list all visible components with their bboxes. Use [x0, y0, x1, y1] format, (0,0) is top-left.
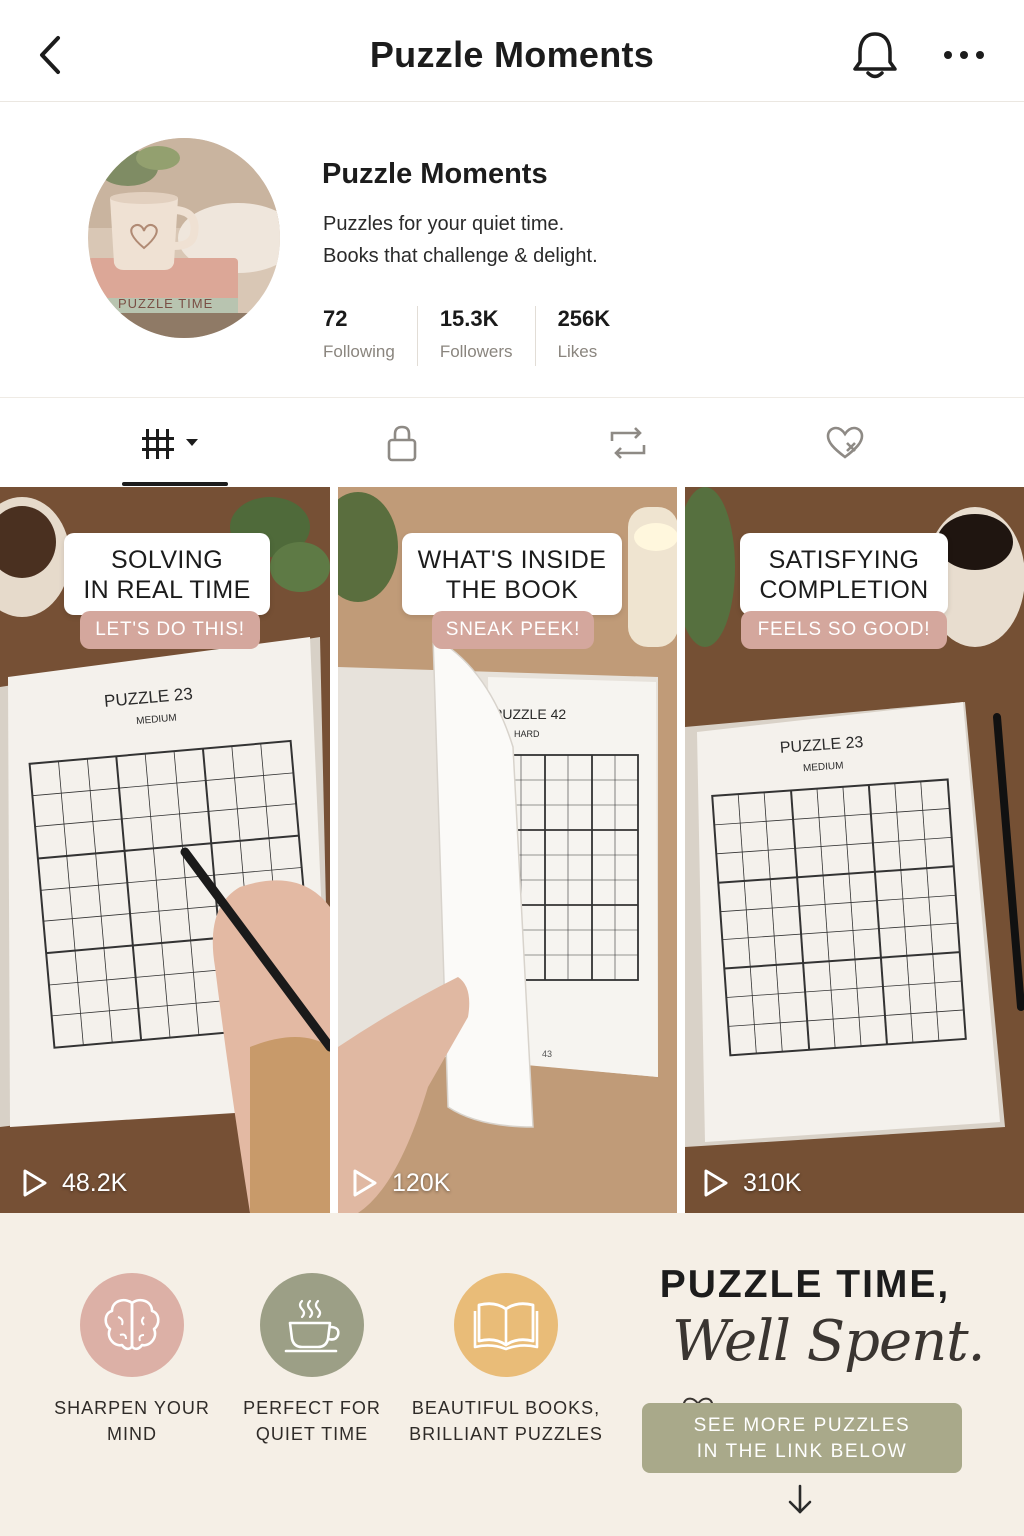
stat-value: 72 [323, 306, 348, 331]
video-caption: SOLVING IN REAL TIME [64, 533, 270, 615]
stat-value: 256K [557, 306, 611, 331]
feature-label-line: BRILLIANT PUZZLES [409, 1424, 603, 1444]
see-more-puzzles-button[interactable]: SEE MORE PUZZLES IN THE LINK BELOW [642, 1403, 962, 1473]
repost-icon [610, 427, 646, 459]
feature-label-line: MIND [107, 1424, 157, 1444]
view-count-value: 120K [392, 1168, 451, 1197]
video-caption: WHAT'S INSIDE THE BOOK [402, 533, 622, 615]
cta-line: SEE MORE PUZZLES [693, 1415, 911, 1436]
promo-banner: SHARPEN YOUR MIND PERFECT FOR QUIET TIME [0, 1213, 1024, 1536]
caption-line: IN REAL TIME [83, 576, 251, 604]
brain-icon [104, 1298, 160, 1351]
video-tag: LET'S DO THIS! [80, 611, 260, 649]
open-book-icon [473, 1302, 539, 1351]
feature-label-line: BEAUTIFUL BOOKS, [411, 1398, 601, 1418]
stat-label: Followers [439, 342, 513, 361]
tab-reposts[interactable] [578, 398, 678, 488]
video-tile-completion[interactable]: PUZZLE 23 MEDIUM SATISFYING COMPLETION F… [685, 487, 1024, 1213]
avatar[interactable]: PUZZLE TIME [88, 138, 280, 338]
feature-circle [454, 1273, 558, 1377]
bell-icon[interactable] [850, 28, 900, 82]
profile-section: PUZZLE TIME Puzzle Moments Puzzles for y… [0, 102, 1024, 397]
cta-line: IN THE LINK BELOW [696, 1441, 908, 1462]
video-tile-solving[interactable]: PUZZLE 23 MEDIUM SOLVING IN REAL TIME LE… [0, 487, 330, 1213]
page-number: 43 [542, 1049, 552, 1059]
feature-circle [80, 1273, 184, 1377]
view-count: 310K [703, 1163, 801, 1203]
play-icon [23, 1169, 47, 1197]
liked-heart-icon [826, 426, 864, 459]
feature-label-line: SHARPEN YOUR [54, 1398, 210, 1418]
stat-label: Following [323, 342, 395, 361]
tab-videos[interactable] [122, 398, 228, 488]
view-count: 48.2K [22, 1163, 127, 1203]
promo-script-words: Well Spent. [672, 1309, 985, 1374]
play-icon [353, 1169, 377, 1197]
stat-likes[interactable]: 256K Likes [558, 306, 633, 366]
caption-line: WHAT'S INSIDE [417, 546, 607, 574]
feature-circle [260, 1273, 364, 1377]
view-count-value: 310K [743, 1168, 802, 1197]
caption-line: SATISFYING [768, 546, 920, 574]
content-tabs [0, 397, 1024, 487]
feature-sharpen-mind: SHARPEN YOUR MIND [52, 1273, 212, 1447]
profile-name: Puzzle Moments [322, 158, 548, 190]
stat-following[interactable]: 72 Following [323, 306, 418, 366]
caption-line: COMPLETION [759, 576, 929, 604]
active-tab-indicator [122, 482, 228, 486]
stat-label: Likes [557, 342, 598, 361]
puzzle-level: HARD [514, 729, 540, 739]
puzzle-title: PUZZLE 42 [493, 706, 566, 722]
stat-value: 15.3K [439, 306, 499, 331]
video-grid: PUZZLE 23 MEDIUM SOLVING IN REAL TIME LE… [0, 487, 1024, 1213]
bio-line: Puzzles for your quiet time. [323, 213, 565, 235]
view-count-value: 48.2K [62, 1168, 128, 1197]
feature-label-line: QUIET TIME [255, 1424, 369, 1444]
play-icon [704, 1169, 728, 1197]
feature-quiet-time: PERFECT FOR QUIET TIME [232, 1273, 392, 1447]
videos-grid-icon [142, 429, 198, 459]
feature-beautiful-books: BEAUTIFUL BOOKS, BRILLIANT PUZZLES [406, 1273, 606, 1447]
top-bar: Puzzle Moments [0, 0, 1024, 102]
feature-label: PERFECT FOR QUIET TIME [232, 1395, 392, 1447]
view-count: 120K [352, 1163, 450, 1203]
lock-icon [387, 425, 417, 462]
more-options-icon[interactable] [938, 40, 990, 70]
feature-label: BEAUTIFUL BOOKS, BRILLIANT PUZZLES [406, 1395, 606, 1447]
video-tag: FEELS SO GOOD! [741, 611, 947, 649]
promo-headline: PUZZLE TIME, [659, 1263, 951, 1306]
tab-private[interactable] [352, 398, 452, 488]
stat-followers[interactable]: 15.3K Followers [440, 306, 536, 366]
feature-label: SHARPEN YOUR MIND [52, 1395, 212, 1447]
tea-cup-icon [284, 1299, 340, 1353]
video-caption: SATISFYING COMPLETION [740, 533, 948, 615]
caption-line: THE BOOK [445, 576, 579, 604]
profile-stats: 72 Following 15.3K Followers 256K Likes [323, 306, 654, 366]
tab-liked[interactable] [795, 398, 895, 488]
caption-line: SOLVING [110, 546, 224, 574]
feature-label-line: PERFECT FOR [243, 1398, 381, 1418]
avatar-book-text: PUZZLE TIME [118, 296, 213, 311]
bio-line: Books that challenge & delight. [323, 245, 598, 267]
video-tile-inside-book[interactable]: PUZZLE 42 HARD 43 WHAT'S INSIDE THE BOOK… [338, 487, 677, 1213]
profile-bio: Puzzles for your quiet time. Books that … [323, 208, 598, 272]
arrow-down-icon[interactable] [785, 1483, 815, 1522]
video-tag: SNEAK PEEK! [432, 611, 594, 649]
